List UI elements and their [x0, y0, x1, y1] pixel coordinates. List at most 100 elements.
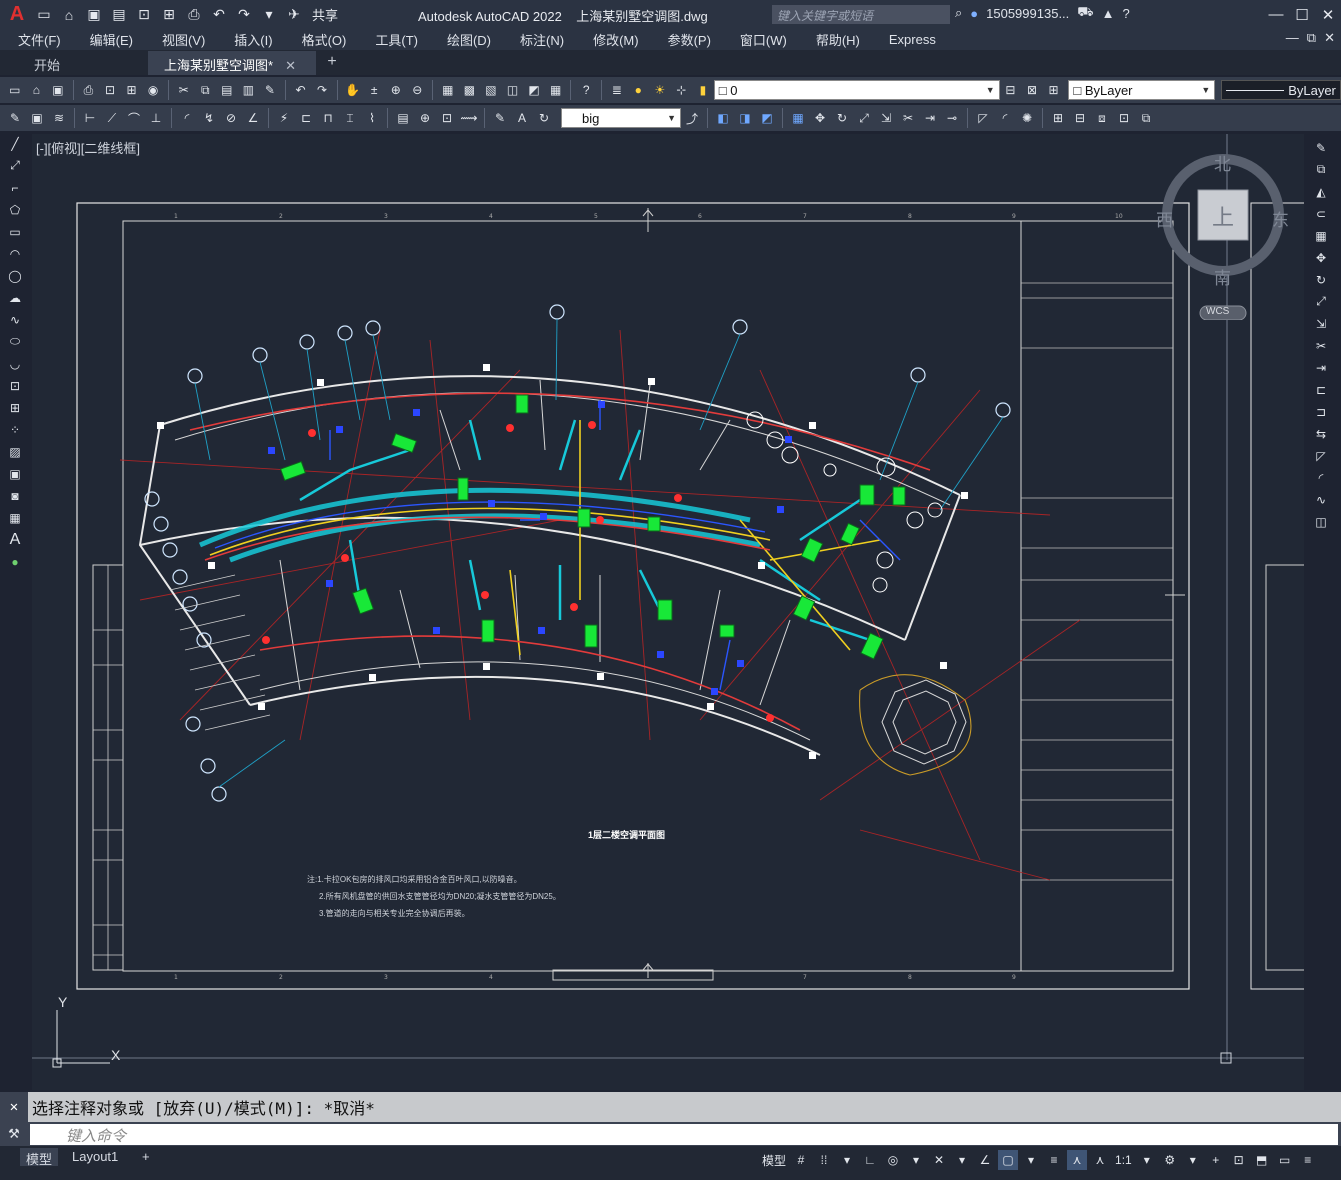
object-snap-icon[interactable]: ▢	[998, 1150, 1019, 1170]
point-icon[interactable]: ⁘	[4, 420, 26, 439]
menu-parametric[interactable]: 参数(P)	[650, 30, 722, 49]
dimension-style-dropdown[interactable]: big ▼	[561, 108, 681, 128]
compass-south[interactable]: 南	[1214, 264, 1231, 289]
zoom-realtime-icon[interactable]: ±	[364, 80, 384, 100]
move-icon[interactable]: ✥	[810, 108, 830, 128]
annotation-visibility-icon[interactable]: ⋏	[1067, 1150, 1088, 1170]
break-at-point-icon[interactable]: ⊏	[1310, 380, 1332, 399]
sun-icon[interactable]: ☀	[650, 80, 670, 100]
arc-icon[interactable]: ◠	[4, 244, 26, 263]
match-properties-icon[interactable]: ✎	[260, 80, 280, 100]
menu-format[interactable]: 格式(O)	[284, 30, 358, 49]
menu-window[interactable]: 窗口(W)	[722, 30, 798, 49]
menu-draw[interactable]: 绘图(D)	[429, 30, 502, 49]
chevron-down-icon[interactable]: ▾	[1183, 1150, 1203, 1170]
menu-dimension[interactable]: 标注(N)	[502, 30, 575, 49]
construction-line-icon[interactable]: ⤢	[4, 156, 26, 175]
isodraft-icon[interactable]: ✕	[929, 1150, 949, 1170]
compass-north[interactable]: 北	[1214, 150, 1231, 175]
chevron-down-icon[interactable]: ▾	[952, 1150, 972, 1170]
trim-icon[interactable]: ✂	[898, 108, 918, 128]
doc-close-icon[interactable]: ✕	[1324, 30, 1335, 46]
viewcube[interactable]: 北 南 西 东 上 WCS	[1156, 150, 1290, 320]
hatch-icon[interactable]: ▨	[4, 442, 26, 461]
save-as-icon[interactable]: ▤	[108, 4, 130, 26]
arc-length-icon[interactable]: ⌒	[124, 108, 144, 128]
multiline-text-icon[interactable]: A	[4, 530, 26, 549]
bulb-icon[interactable]: ●	[629, 80, 649, 100]
color-dropdown[interactable]: □ ByLayer ▼	[1068, 80, 1216, 100]
revision-cloud-icon[interactable]: ☁	[4, 288, 26, 307]
search-icon[interactable]: ⌕	[955, 5, 962, 21]
extend-icon[interactable]: ⇥	[920, 108, 940, 128]
copy-object-icon[interactable]: ◧	[713, 108, 733, 128]
chamfer-icon[interactable]: ◸	[973, 108, 993, 128]
share-button[interactable]: 共享	[312, 5, 338, 24]
polyline-icon[interactable]: ⌐	[4, 178, 26, 197]
layer-properties-icon[interactable]: ≣	[607, 80, 627, 100]
save-icon[interactable]: ▣	[48, 80, 68, 100]
baseline-icon[interactable]: ⊏	[296, 108, 316, 128]
linetype-dropdown[interactable]: ByLayer	[1221, 80, 1341, 100]
new-tab-icon[interactable]: +	[320, 53, 344, 75]
stretch-icon[interactable]: ⇲	[876, 108, 896, 128]
cart-icon[interactable]: ⛟	[1077, 4, 1093, 22]
scale-icon[interactable]: ⤢	[1310, 292, 1332, 311]
doc-minimize-icon[interactable]: —	[1286, 30, 1299, 46]
lineweight-icon[interactable]: ≡	[1044, 1150, 1064, 1170]
layer-previous-icon[interactable]: ⊠	[1022, 80, 1042, 100]
annotation-scale[interactable]: 1:1	[1113, 1150, 1134, 1170]
chevron-down-icon[interactable]: ▾	[1021, 1150, 1041, 1170]
polygon-icon[interactable]: ⬠	[4, 200, 26, 219]
help-search-input[interactable]: 键入关键字或短语	[772, 5, 950, 24]
array-icon[interactable]: ▦	[1310, 226, 1332, 245]
block-editor-icon[interactable]: ▣	[27, 108, 47, 128]
ortho-icon[interactable]: ∟	[860, 1150, 880, 1170]
rotate-icon[interactable]: ↻	[832, 108, 852, 128]
sheet-set-icon[interactable]: ◫	[503, 80, 523, 100]
wcs-menu[interactable]: WCS	[1206, 306, 1229, 317]
freeze-icon[interactable]: ⊹	[672, 80, 692, 100]
linear-dimension-icon[interactable]: ⊢	[80, 108, 100, 128]
export-icon[interactable]: ⊞	[158, 4, 180, 26]
circle-icon[interactable]: ◯	[4, 266, 26, 285]
dimension-edit-icon[interactable]: ✎	[490, 108, 510, 128]
command-input[interactable]: 键入命令	[30, 1124, 1338, 1145]
chevron-down-icon[interactable]: ▾	[906, 1150, 926, 1170]
new-icon[interactable]: ▭	[33, 4, 55, 26]
move-icon[interactable]: ✥	[1310, 248, 1332, 267]
insert-block-icon[interactable]: ⊡	[4, 376, 26, 395]
add-layout-icon[interactable]: +	[136, 1148, 156, 1166]
drawing-area[interactable]: 1234 5678 9 10 1234 789 1层二楼空调平面图 注:1.卡拉…	[32, 134, 1304, 1090]
doc-restore-icon[interactable]: ⧉	[1307, 30, 1316, 46]
polar-icon[interactable]: ◎	[883, 1150, 903, 1170]
autodesk-app-icon[interactable]: ▲	[1102, 6, 1115, 21]
offset-icon[interactable]: ⊂	[1310, 204, 1332, 223]
open-icon[interactable]: ⌂	[27, 80, 47, 100]
calculator-icon[interactable]: ▦	[546, 80, 566, 100]
paste-block-icon[interactable]: ▥	[239, 80, 259, 100]
markup-icon[interactable]: ◩	[524, 80, 544, 100]
explode-icon[interactable]: ✺	[1017, 108, 1037, 128]
menu-express[interactable]: Express	[871, 32, 947, 47]
chevron-down-icon[interactable]: ▾	[837, 1150, 857, 1170]
menu-file[interactable]: 文件(F)	[0, 30, 72, 49]
mirror-icon[interactable]: ◭	[1310, 182, 1332, 201]
open-icon[interactable]: ⌂	[58, 4, 80, 26]
layer-state-icon[interactable]: ⊞	[1044, 80, 1064, 100]
extend-icon[interactable]: ⇥	[1310, 358, 1332, 377]
table-icon[interactable]: ▦	[4, 508, 26, 527]
break-at-point-icon[interactable]: ⊸	[942, 108, 962, 128]
space-icon[interactable]: ⌶	[340, 108, 360, 128]
join-icon[interactable]: ⊡	[1114, 108, 1134, 128]
region-icon[interactable]: ◙	[4, 486, 26, 505]
redo-icon[interactable]: ↷	[233, 4, 255, 26]
user-name[interactable]: 1505999135...	[986, 6, 1069, 21]
viewport-controls[interactable]: [-][俯视][二维线框]	[36, 138, 140, 157]
draw-order-icon[interactable]: ⧉	[1136, 108, 1156, 128]
fillet-icon[interactable]: ◜	[1310, 468, 1332, 487]
layers-icon[interactable]: ≋	[49, 108, 69, 128]
help-icon[interactable]: ?	[576, 80, 596, 100]
drawing-svg[interactable]: 1 2 3 4 5 6 7 8 9 10 1 2 3 4 7 8 9	[32, 134, 1304, 1090]
chevron-down-icon[interactable]: ▾	[1137, 1150, 1157, 1170]
